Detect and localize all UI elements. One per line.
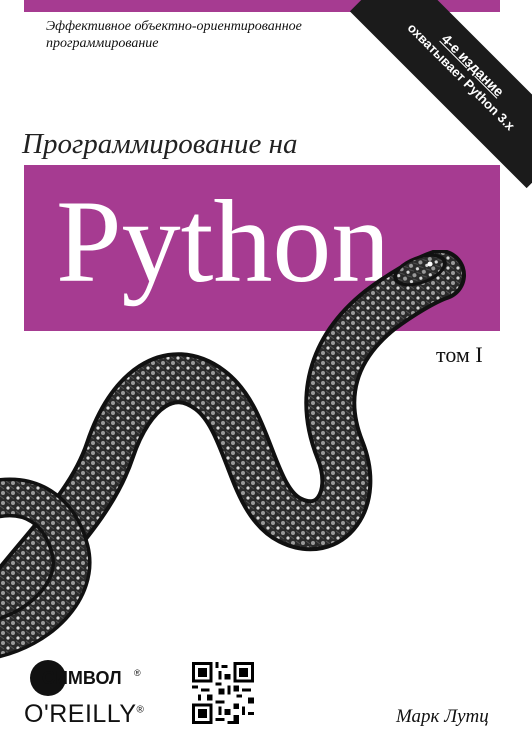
snake-illustration [0,250,466,659]
qr-code [192,662,254,724]
author-name: Марк Лутц [396,706,489,727]
svg-text:®: ® [134,668,141,678]
book-subtitle: Программирование на [22,128,298,160]
series-tagline: Эффективное объектно-ориентированное про… [46,19,302,51]
symbol-plus-logo: СИМВОЛ ® [30,660,141,696]
oreilly-logo: O'REILLY® [24,700,144,729]
publisher-oreilly-text: O'REILLY [24,700,137,728]
publisher-symbol-text: СИМВОЛ [42,668,122,688]
svg-text:СИМВОЛ: СИМВОЛ [42,668,122,688]
registered-mark-1: ® [134,668,141,678]
registered-mark-2: ® [136,704,145,716]
